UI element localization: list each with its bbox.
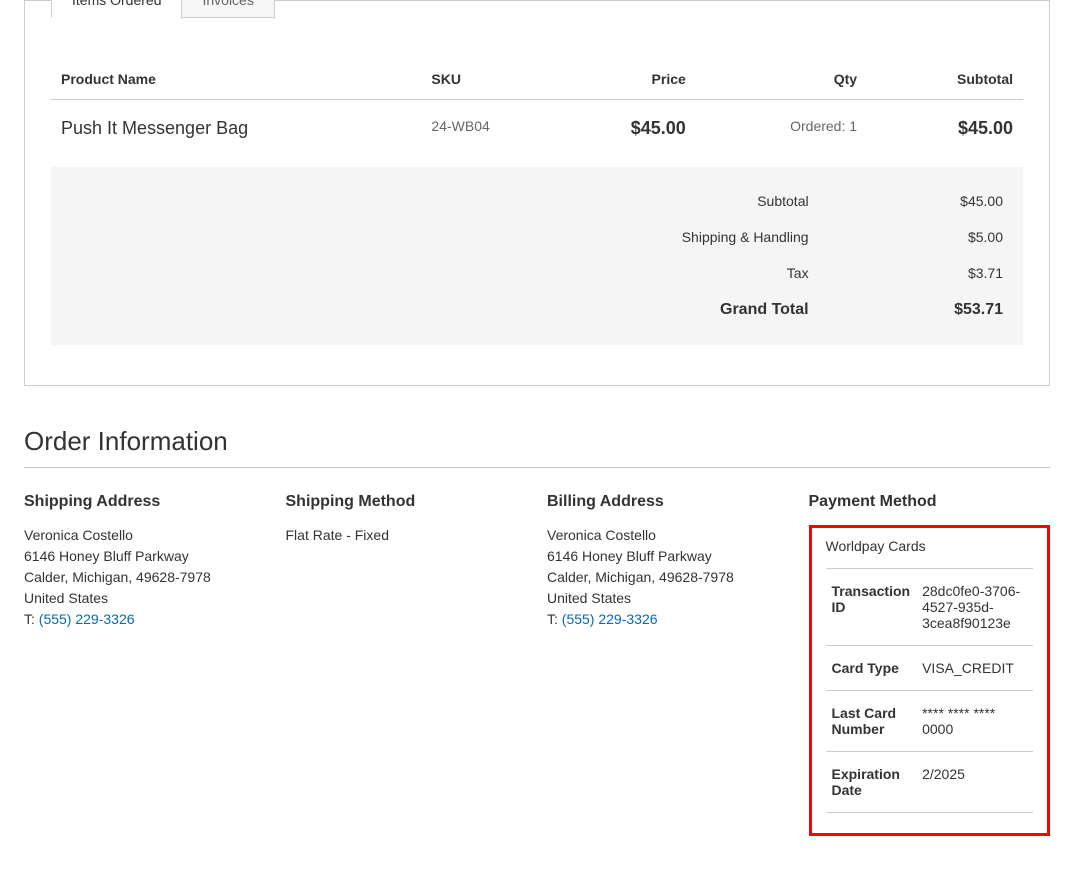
shipping-method-value: Flat Rate - Fixed xyxy=(286,525,528,546)
shipping-city: Calder, Michigan, 49628-7978 xyxy=(24,567,266,588)
col-subtotal: Subtotal xyxy=(887,59,1023,100)
tax-label: Tax xyxy=(51,255,829,291)
billing-country: United States xyxy=(547,588,789,609)
table-row: Push It Messenger Bag 24-WB04 $45.00 Ord… xyxy=(51,100,1023,158)
shipping-phone-prefix: T: xyxy=(24,611,39,627)
billing-address-col: Billing Address Veronica Costello 6146 H… xyxy=(547,493,789,836)
col-sku: SKU xyxy=(421,59,561,100)
cell-name: Push It Messenger Bag xyxy=(51,100,421,158)
payment-method-col: Payment Method Worldpay Cards Transactio… xyxy=(809,493,1051,836)
payment-detail-label: Expiration Date xyxy=(826,752,917,813)
billing-phone-prefix: T: xyxy=(547,611,562,627)
cell-sku: 24-WB04 xyxy=(421,100,561,158)
payment-detail-label: Card Type xyxy=(826,646,917,691)
col-qty: Qty xyxy=(696,59,887,100)
billing-address-title: Billing Address xyxy=(547,493,789,511)
payment-detail-value: 2/2025 xyxy=(916,752,1033,813)
shipping-address-col: Shipping Address Veronica Costello 6146 … xyxy=(24,493,266,836)
payment-box: Worldpay Cards Transaction ID 28dc0fe0-3… xyxy=(809,525,1051,836)
shipping-phone-line: T: (555) 229-3326 xyxy=(24,609,266,630)
shipping-label: Shipping & Handling xyxy=(51,219,829,255)
payment-detail-label: Transaction ID xyxy=(826,569,917,646)
payment-method-title: Payment Method xyxy=(809,493,1051,511)
col-price: Price xyxy=(562,59,696,100)
section-title: Order Information xyxy=(24,426,1050,468)
shipping-value: $5.00 xyxy=(829,219,1023,255)
billing-street: 6146 Honey Bluff Parkway xyxy=(547,546,789,567)
shipping-method-col: Shipping Method Flat Rate - Fixed xyxy=(286,493,528,836)
shipping-name: Veronica Costello xyxy=(24,525,266,546)
shipping-phone-link[interactable]: (555) 229-3326 xyxy=(39,611,135,627)
payment-details-table: Transaction ID 28dc0fe0-3706-4527-935d-3… xyxy=(826,568,1034,813)
shipping-address-title: Shipping Address xyxy=(24,493,266,511)
shipping-method-title: Shipping Method xyxy=(286,493,528,511)
order-box: Items Ordered Invoices Product Name SKU … xyxy=(24,0,1050,386)
tab-items-ordered[interactable]: Items Ordered xyxy=(51,0,182,18)
payment-detail-label: Last Card Number xyxy=(826,691,917,752)
shipping-country: United States xyxy=(24,588,266,609)
subtotal-label: Subtotal xyxy=(51,183,829,219)
tab-invoices[interactable]: Invoices xyxy=(181,0,274,18)
billing-name: Veronica Costello xyxy=(547,525,789,546)
col-product-name: Product Name xyxy=(51,59,421,100)
billing-phone-line: T: (555) 229-3326 xyxy=(547,609,789,630)
info-grid: Shipping Address Veronica Costello 6146 … xyxy=(24,493,1050,836)
subtotal-value: $45.00 xyxy=(829,183,1023,219)
items-table: Product Name SKU Price Qty Subtotal Push… xyxy=(51,59,1023,157)
tax-value: $3.71 xyxy=(829,255,1023,291)
payment-detail-value: **** **** **** 0000 xyxy=(916,691,1033,752)
billing-phone-link[interactable]: (555) 229-3326 xyxy=(562,611,658,627)
payment-detail-value: 28dc0fe0-3706-4527-935d-3cea8f90123e xyxy=(916,569,1033,646)
cell-qty: Ordered: 1 xyxy=(696,100,887,158)
cell-price: $45.00 xyxy=(562,100,696,158)
grand-total-label: Grand Total xyxy=(51,291,829,329)
totals-box: Subtotal $45.00 Shipping & Handling $5.0… xyxy=(51,167,1023,345)
tabs: Items Ordered Invoices xyxy=(51,0,1049,18)
grand-total-value: $53.71 xyxy=(829,291,1023,329)
shipping-street: 6146 Honey Bluff Parkway xyxy=(24,546,266,567)
payment-method-name: Worldpay Cards xyxy=(826,538,1034,554)
payment-detail-value: VISA_CREDIT xyxy=(916,646,1033,691)
billing-city: Calder, Michigan, 49628-7978 xyxy=(547,567,789,588)
cell-subtotal: $45.00 xyxy=(887,100,1023,158)
